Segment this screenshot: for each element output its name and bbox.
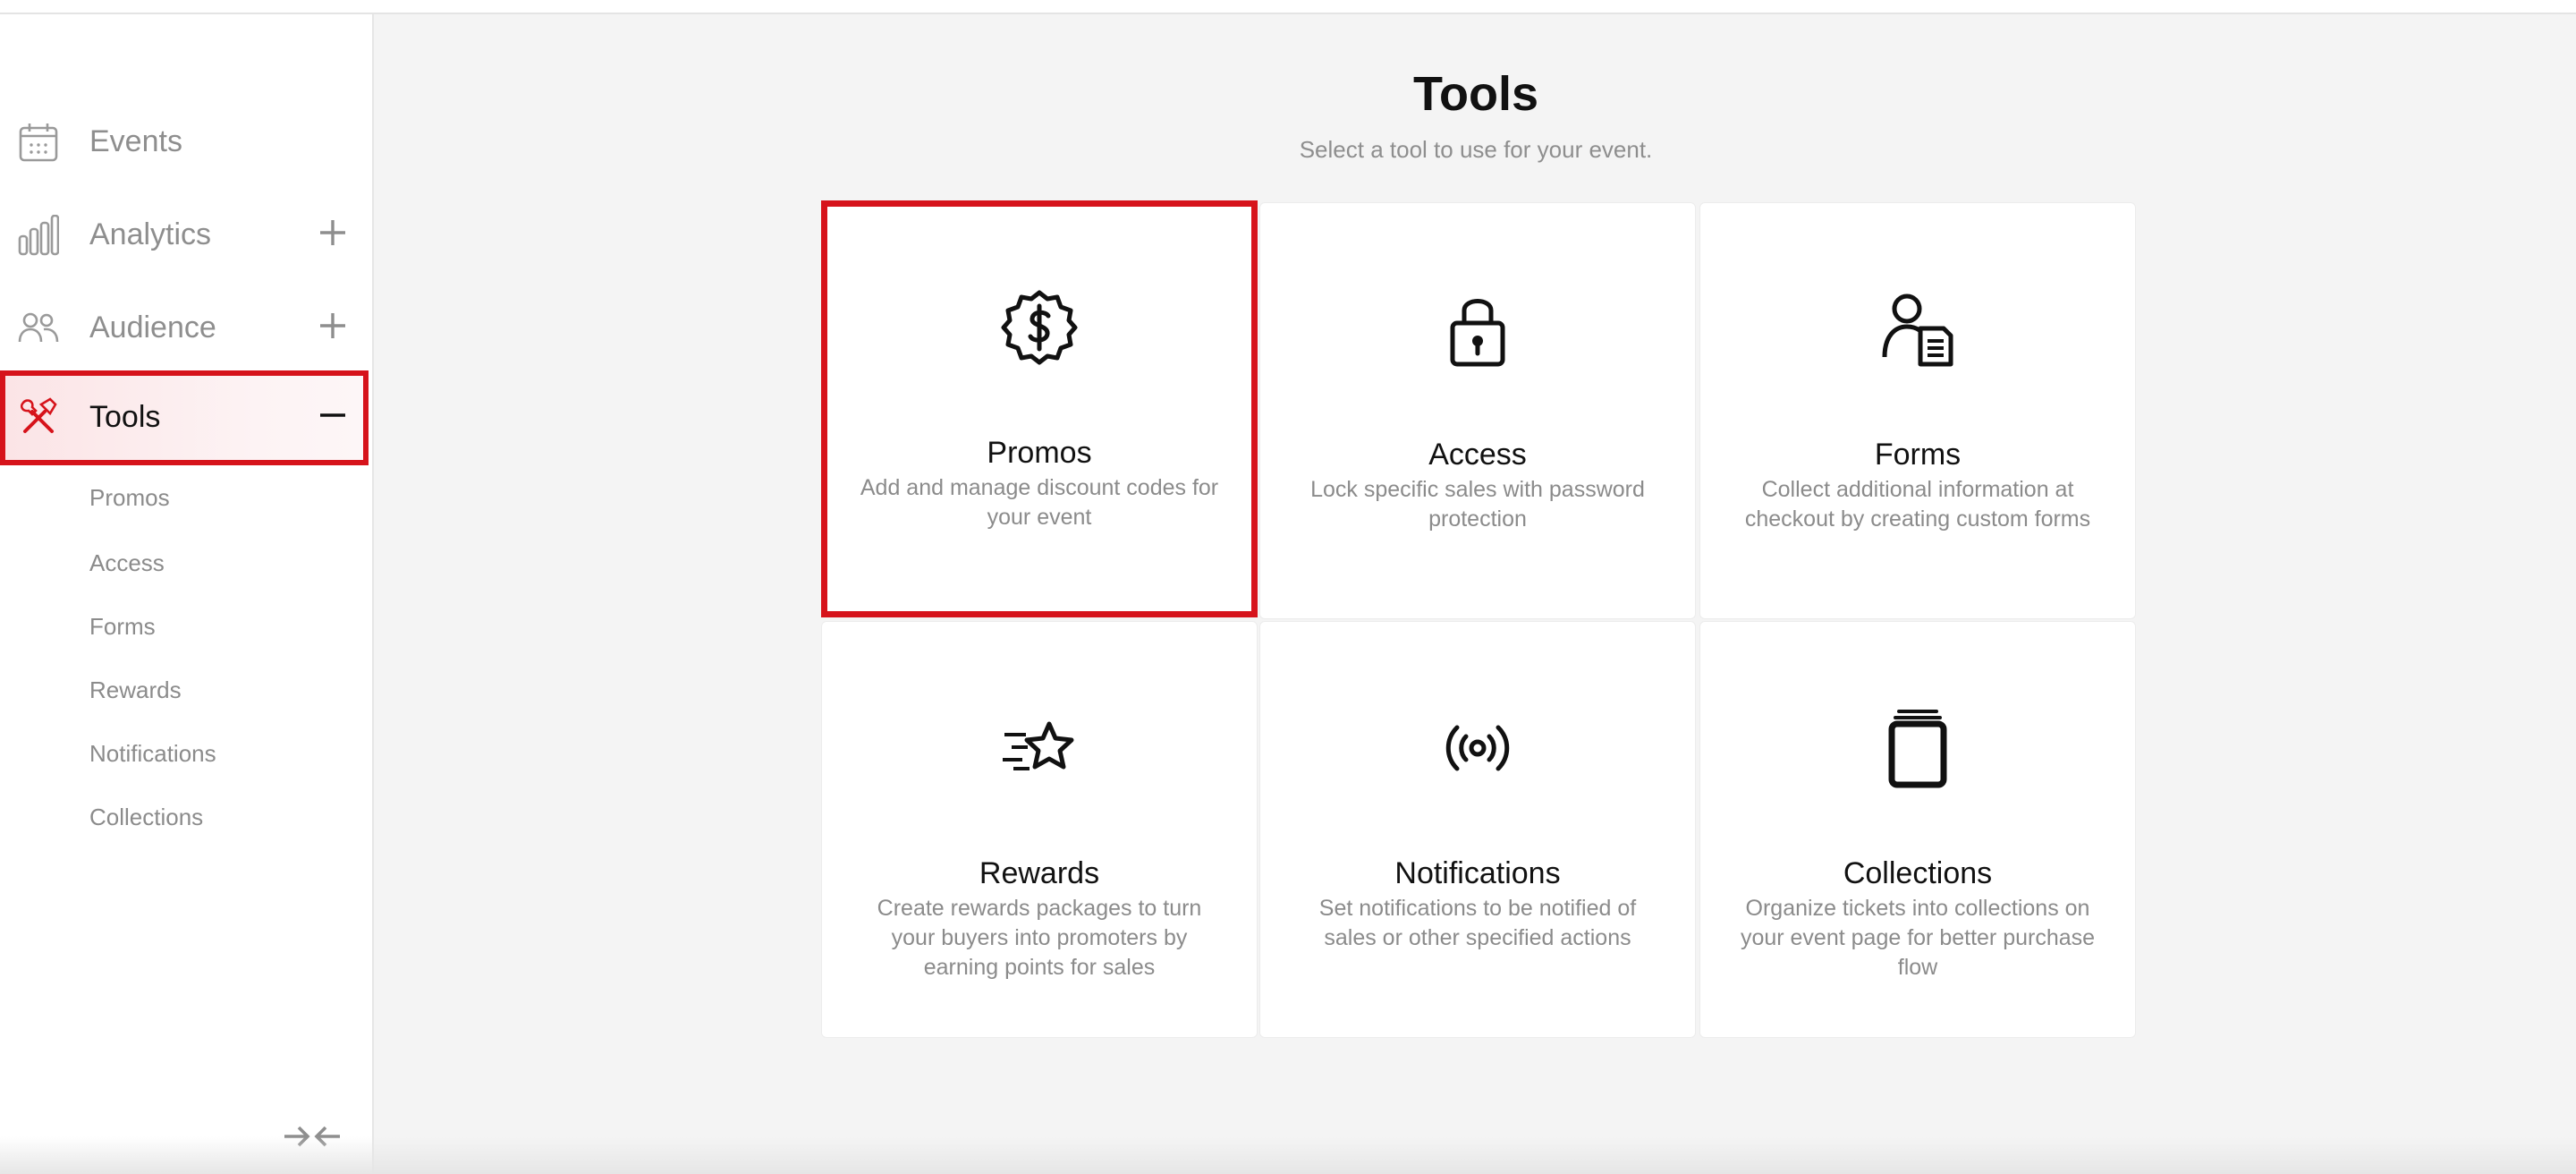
lock-icon xyxy=(1450,299,1505,367)
card-description: Add and manage discount codes for your e… xyxy=(860,475,1219,530)
card-description: Create rewards packages to turn your buy… xyxy=(877,896,1202,980)
tool-card-collections[interactable]: Collections Organize tickets into collec… xyxy=(1699,621,2136,1038)
card-title: Collections xyxy=(1843,856,1993,890)
tools-icon xyxy=(20,397,57,433)
stack-icon xyxy=(1888,710,1947,788)
card-description: Organize tickets into collections on you… xyxy=(1740,896,2096,980)
card-title: Notifications xyxy=(1394,856,1561,890)
sidebar-item-tools[interactable]: Tools xyxy=(0,370,369,465)
card-description: Set notifications to be notified of sale… xyxy=(1318,896,1637,950)
sidebar: Events Analytics Audience Tools Promos A… xyxy=(0,14,374,1174)
sidebar-subitem-forms[interactable]: Forms xyxy=(89,610,156,642)
bar-chart-icon xyxy=(18,215,59,256)
sidebar-subitem-collections[interactable]: Collections xyxy=(89,801,203,833)
sidebar-item-label: Analytics xyxy=(89,217,212,251)
card-title: Access xyxy=(1428,438,1527,472)
card-description: Lock specific sales with password protec… xyxy=(1310,477,1645,532)
sidebar-item-label: Audience xyxy=(89,311,216,345)
sidebar-subitem-access[interactable]: Access xyxy=(89,547,165,579)
sidebar-item-label: Tools xyxy=(89,400,161,434)
plus-icon[interactable] xyxy=(315,215,351,251)
star-icon xyxy=(1003,721,1074,770)
broadcast-icon xyxy=(1445,725,1510,771)
card-title: Rewards xyxy=(979,856,1100,890)
dollar-badge-icon xyxy=(1001,290,1078,365)
sidebar-subitem-notifications[interactable]: Notifications xyxy=(89,737,216,770)
tool-card-access[interactable]: Access Lock specific sales with password… xyxy=(1259,202,1696,619)
sidebar-subitem-rewards[interactable]: Rewards xyxy=(89,674,182,706)
plus-icon[interactable] xyxy=(315,308,351,344)
card-title: Promos xyxy=(987,436,1092,470)
user-form-icon xyxy=(1882,294,1953,367)
card-title: Forms xyxy=(1874,438,1962,472)
collapse-arrows-icon[interactable] xyxy=(281,1120,343,1153)
tool-card-rewards[interactable]: Rewards Create rewards packages to turn … xyxy=(821,621,1258,1038)
users-icon xyxy=(18,312,59,343)
page-subtitle: Select a tool to use for your event. xyxy=(1299,136,1653,163)
sidebar-item-audience[interactable]: Audience xyxy=(0,283,367,372)
sidebar-item-analytics[interactable]: Analytics xyxy=(0,190,367,279)
page-title: Tools xyxy=(1413,67,1538,121)
sidebar-subitem-promos[interactable]: Promos xyxy=(89,481,170,514)
bottom-shadow xyxy=(0,1136,2576,1174)
top-bar xyxy=(0,0,2576,14)
tool-card-forms[interactable]: Forms Collect additional information at … xyxy=(1699,202,2136,619)
card-description: Collect additional information at checko… xyxy=(1744,477,2091,532)
minus-icon[interactable] xyxy=(315,397,351,433)
tool-card-promos[interactable]: Promos Add and manage discount codes for… xyxy=(821,200,1258,617)
tool-card-notifications[interactable]: Notifications Set notifications to be no… xyxy=(1259,621,1696,1038)
